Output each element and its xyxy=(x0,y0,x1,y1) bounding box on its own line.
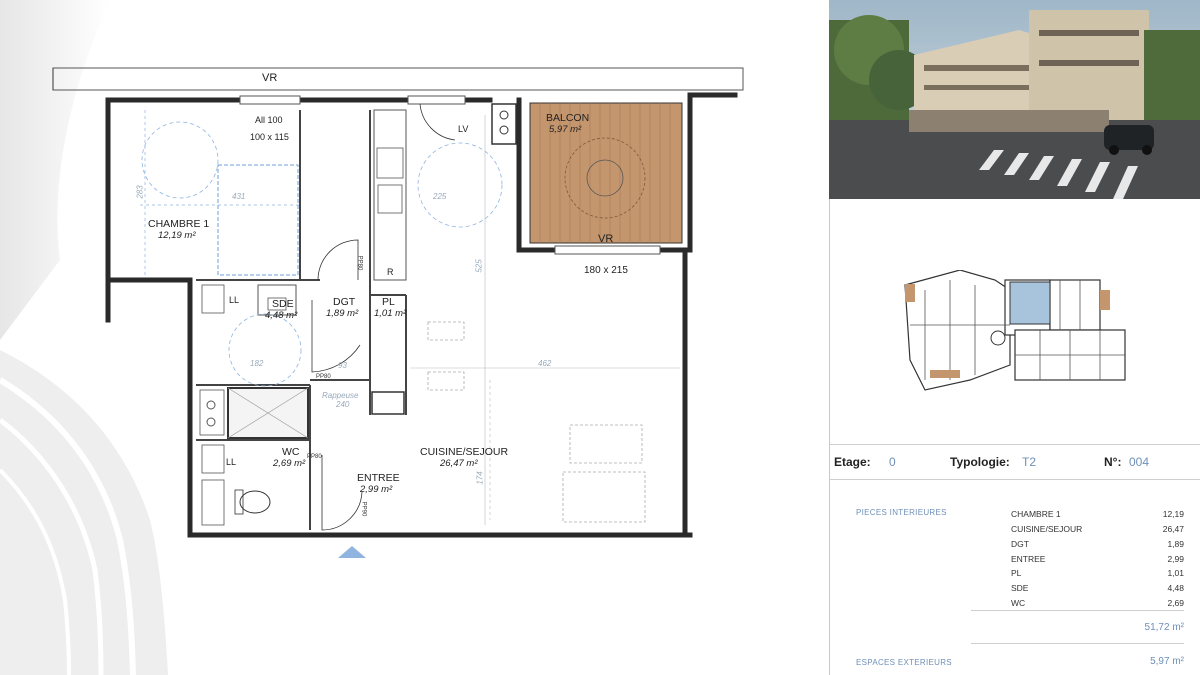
r-label: R xyxy=(387,267,394,277)
room-name-wc: WC xyxy=(282,446,300,458)
dim-431: 431 xyxy=(232,192,246,201)
vr-label-balcony: VR xyxy=(598,233,614,245)
table-row-value: 1,01 xyxy=(1167,568,1184,578)
room-area-entree: 2,99 m² xyxy=(360,484,393,495)
room-name-cuisine-sejour: CUISINE/SEJOUR xyxy=(420,446,509,458)
room-area-cuisine-sejour: 26,47 m² xyxy=(440,458,478,469)
room-area-chambre: 12,19 m² xyxy=(158,230,196,241)
dim-525: 525 xyxy=(474,259,484,273)
table-row-name: WC xyxy=(1011,598,1026,608)
table-row-name: SDE xyxy=(1011,583,1029,593)
building-key-plan xyxy=(904,270,1126,391)
table-row-value: 1,89 xyxy=(1167,539,1184,549)
table-divider xyxy=(971,643,1184,644)
door-label-pp80-b: PP80 xyxy=(307,454,322,460)
table-row-name: ENTREE xyxy=(1011,554,1046,564)
room-area-balcon: 5,97 m² xyxy=(549,124,582,135)
room-area-sde: 4,48 m² xyxy=(265,310,298,321)
dim-283: 283 xyxy=(135,185,145,199)
exterior-section-title: ESPACES EXTERIEURS xyxy=(856,658,952,667)
door-label-pp80-a: PP80 xyxy=(316,374,331,380)
dim-240: 240 xyxy=(336,400,350,409)
table-row-name: CHAMBRE 1 xyxy=(1011,509,1061,519)
numero-label: N°: xyxy=(1104,455,1122,469)
interior-total: 51,72 m² xyxy=(1144,622,1184,633)
dim-93: 93 xyxy=(338,361,347,370)
table-row-value: 26,47 xyxy=(1162,524,1184,534)
exterior-total: 5,97 m² xyxy=(1150,656,1184,667)
window-size: 100 x 115 xyxy=(250,132,289,142)
table-row-value: 2,69 xyxy=(1167,598,1184,608)
room-area-wc: 2,69 m² xyxy=(273,458,306,469)
bay-window-size: 180 x 215 xyxy=(584,265,628,276)
interior-section-title: PIECES INTERIEURES xyxy=(856,508,947,517)
room-area-dgt: 1,89 m² xyxy=(326,308,359,319)
room-name-entree: ENTREE xyxy=(357,472,400,484)
room-area-pl: 1,01 m² xyxy=(374,308,407,319)
typologie-value: T2 xyxy=(1022,455,1037,469)
unit-info-row: Etage: 0 Typologie: T2 N°: 004 xyxy=(829,444,1200,480)
floor-plan: VR All 100 100 x 115 LV BALCON 5,97 m² V… xyxy=(0,0,830,675)
table-row-name: CUISINE/SEJOUR xyxy=(1011,524,1083,534)
lv-label: LV xyxy=(458,124,469,134)
etage-label: Etage: xyxy=(834,455,871,469)
numero-value: 004 xyxy=(1129,455,1150,469)
room-name-chambre: CHAMBRE 1 xyxy=(148,218,210,230)
floor-plan-drawing xyxy=(52,67,744,558)
ll-label-b: LL xyxy=(226,457,237,467)
room-name-balcon: BALCON xyxy=(546,112,590,124)
vr-label-top: VR xyxy=(262,72,278,84)
trappe-label: Rappeuse xyxy=(322,391,359,400)
dim-174: 174 xyxy=(475,471,485,485)
etage-value: 0 xyxy=(889,455,896,469)
table-divider xyxy=(971,610,1184,611)
table-row-value: 4,48 xyxy=(1167,583,1184,593)
dim-462: 462 xyxy=(538,359,552,368)
window-label: All 100 xyxy=(255,115,283,125)
table-row-name: PL xyxy=(1011,568,1022,578)
ll-label-a: LL xyxy=(229,295,240,305)
table-row-value: 12,19 xyxy=(1162,509,1184,519)
door-label-pp80-vert: PP80 xyxy=(356,255,363,271)
dim-182: 182 xyxy=(250,359,264,368)
table-row-name: DGT xyxy=(1011,539,1029,549)
dim-225: 225 xyxy=(433,192,447,201)
building-rendering-image xyxy=(829,0,1200,199)
door-label-pp90: PP90 xyxy=(360,501,367,517)
typologie-label: Typologie: xyxy=(950,455,1010,469)
room-name-sde: SDE xyxy=(272,298,294,310)
room-name-pl: PL xyxy=(382,296,395,308)
room-name-dgt: DGT xyxy=(333,296,356,308)
table-row-value: 2,99 xyxy=(1167,554,1184,564)
building-rendering: leboncoin xyxy=(829,0,1200,199)
